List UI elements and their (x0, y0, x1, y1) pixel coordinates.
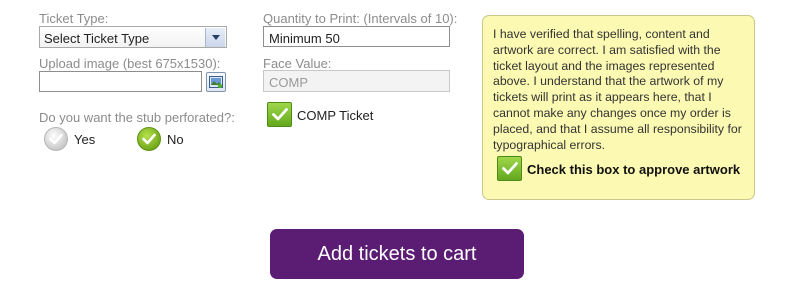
stub-no-radio[interactable] (137, 127, 161, 151)
comp-ticket-checkbox[interactable] (267, 102, 292, 127)
stub-perforated-question: Do you want the stub perforated?: (39, 110, 235, 125)
upload-image-field[interactable] (39, 71, 202, 92)
upload-image-label: Upload image (best 675x1530): (39, 56, 221, 71)
quantity-label: Quantity to Print: (Intervals of 10): (263, 11, 458, 26)
comp-ticket-label: COMP Ticket (297, 108, 374, 123)
stub-yes-radio[interactable] (44, 127, 68, 151)
check-icon (142, 133, 156, 145)
face-value-input: COMP (263, 70, 450, 92)
approve-artwork-checkbox[interactable] (497, 156, 522, 181)
stub-no-label: No (167, 132, 184, 147)
quantity-input[interactable]: Minimum 50 (263, 26, 450, 47)
face-value-label: Face Value: (263, 56, 332, 71)
add-to-cart-button[interactable]: Add tickets to cart (270, 229, 524, 279)
artwork-approval-box: I have verified that spelling, content a… (482, 15, 755, 200)
stub-yes-label: Yes (74, 132, 96, 147)
chevron-down-icon (205, 28, 225, 47)
ticket-type-label: Ticket Type: (39, 11, 109, 26)
check-icon (501, 162, 518, 175)
check-icon (271, 108, 288, 121)
image-upload-button[interactable] (206, 72, 226, 92)
approval-statement: I have verified that spelling, content a… (493, 27, 742, 152)
ticket-type-select[interactable]: Select Ticket Type (39, 26, 227, 48)
approve-artwork-label: Check this box to approve artwork (527, 162, 741, 177)
ticket-type-selected-value: Select Ticket Type (44, 31, 150, 46)
image-upload-icon (209, 76, 223, 88)
check-icon (49, 133, 63, 145)
